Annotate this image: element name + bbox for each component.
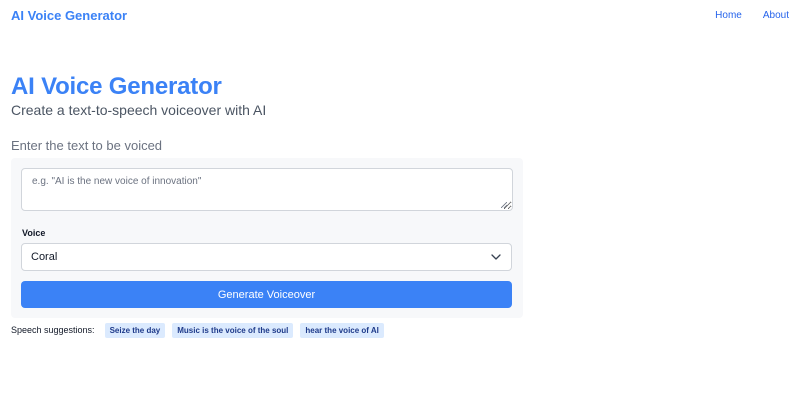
page-subtitle: Create a text-to-speech voiceover with A… xyxy=(11,102,267,118)
navbar: AI Voice Generator Home About xyxy=(0,0,800,32)
voice-text-input[interactable] xyxy=(21,168,513,211)
suggestion-chip[interactable]: hear the voice of AI xyxy=(300,322,384,338)
suggestion-chip[interactable]: Music is the voice of the soul xyxy=(172,322,294,338)
page-title: AI Voice Generator xyxy=(11,73,222,100)
brand-link[interactable]: AI Voice Generator xyxy=(11,8,127,23)
text-prompt-label: Enter the text to be voiced xyxy=(11,138,163,153)
voice-select[interactable]: Coral xyxy=(21,243,512,271)
speech-suggestions: Speech suggestions: Seize the day Music … xyxy=(11,322,384,338)
nav-link-about[interactable]: About xyxy=(763,10,789,21)
chevron-down-icon xyxy=(491,254,501,260)
generate-voiceover-button[interactable]: Generate Voiceover xyxy=(21,281,512,308)
suggestions-label: Speech suggestions: xyxy=(11,325,95,335)
voiceover-form-card: Voice Coral Generate Voiceover xyxy=(11,158,523,318)
voice-select-value: Coral xyxy=(31,251,58,263)
nav-link-home[interactable]: Home xyxy=(715,10,742,21)
suggestion-chip[interactable]: Seize the day xyxy=(104,322,166,338)
voice-label: Voice xyxy=(22,228,46,238)
nav-links: Home About xyxy=(715,10,789,21)
